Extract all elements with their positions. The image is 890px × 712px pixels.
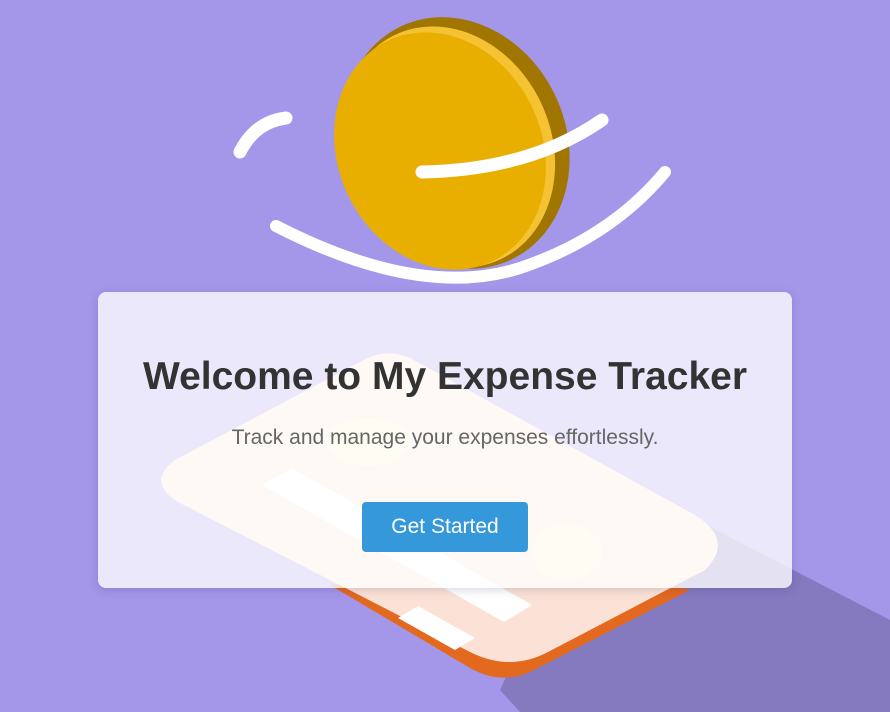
welcome-card: Welcome to My Expense Tracker Track and …: [98, 292, 792, 588]
page-title: Welcome to My Expense Tracker: [142, 355, 748, 398]
motion-line-left-small: [233, 111, 293, 159]
get-started-button[interactable]: Get Started: [362, 502, 528, 552]
page-subtitle: Track and manage your expenses effortles…: [231, 426, 659, 449]
